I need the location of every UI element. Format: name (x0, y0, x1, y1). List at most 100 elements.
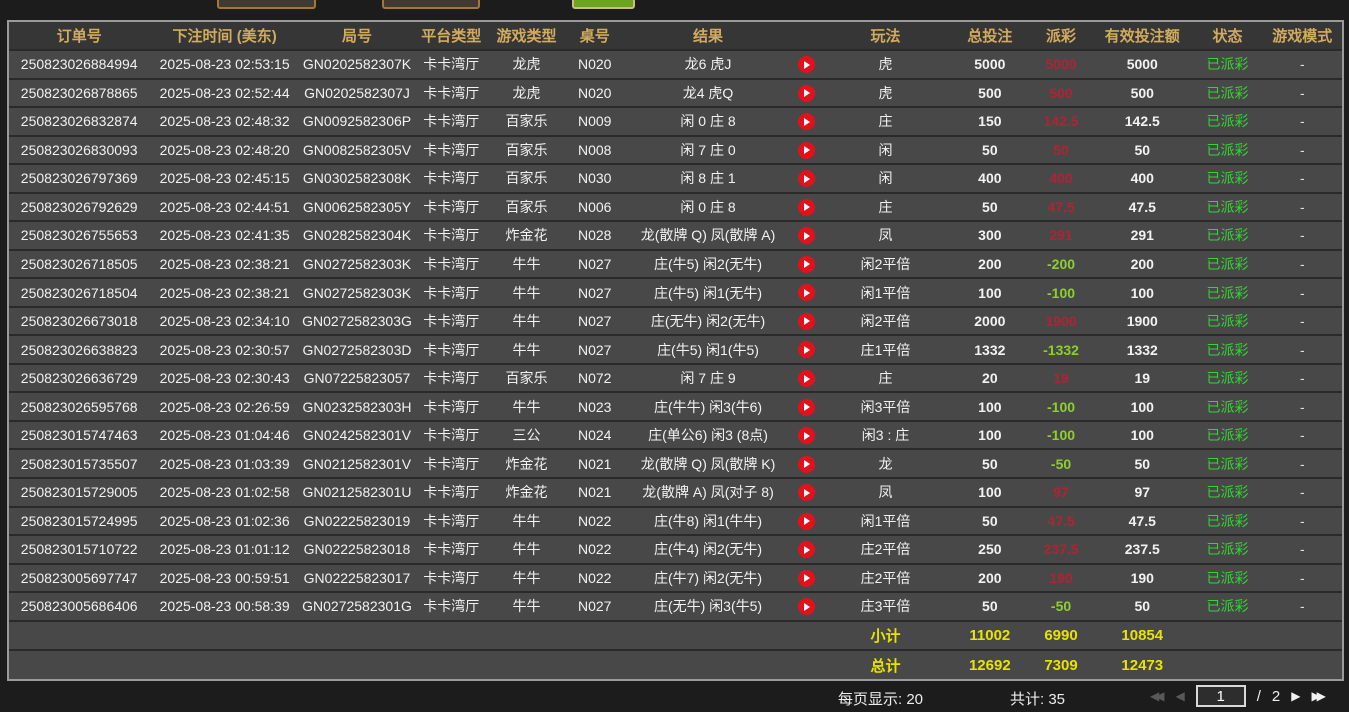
cell-payout: -100 (1030, 421, 1092, 450)
cell-platform: 卡卡湾厅 (414, 307, 488, 336)
replay-button[interactable] (798, 370, 815, 387)
cell-total_bet: 12692 (950, 650, 1030, 679)
top-tab-button-2[interactable] (382, 0, 480, 9)
cell-payout: 47.5 (1030, 507, 1092, 536)
cell-valid_bet: 200 (1092, 250, 1192, 279)
play-icon (804, 118, 810, 126)
cell-bet_type: 闲1平倍 (821, 507, 949, 536)
cell-round: GN0272582303D (300, 335, 414, 364)
replay-button[interactable] (798, 598, 815, 615)
cell-platform: 卡卡湾厅 (414, 478, 488, 507)
total-count-value: 35 (1048, 691, 1065, 708)
cell-result: 庄(牛5) 闲1(牛5) (625, 335, 791, 364)
cell-valid_bet: 50 (1092, 592, 1192, 621)
replay-button[interactable] (798, 399, 815, 416)
play-icon (804, 460, 810, 468)
cell-table_no: N030 (565, 164, 625, 193)
cell-platform: 卡卡湾厅 (414, 164, 488, 193)
cell-result: 庄(牛5) 闲1(无牛) (625, 278, 791, 307)
cell-bet_type: 庄3平倍 (821, 592, 949, 621)
top-tab-button-1[interactable] (217, 0, 316, 9)
cell-table_no: N021 (565, 449, 625, 478)
cell-platform: 卡卡湾厅 (414, 392, 488, 421)
cell-time: 2025-08-23 02:30:43 (149, 364, 299, 393)
last-page-icon[interactable]: ▶▶ (1311, 690, 1321, 702)
table-row: 2508230157474632025-08-23 01:04:46GN0242… (9, 421, 1342, 450)
cell-status: 已派彩 (1192, 421, 1262, 450)
cell-round: GN02225823017 (300, 564, 414, 593)
cell-total_bet: 100 (950, 278, 1030, 307)
cell-mode: - (1263, 193, 1342, 222)
replay-button[interactable] (798, 284, 815, 301)
cell-mode: - (1263, 250, 1342, 279)
replay-button[interactable] (798, 227, 815, 244)
cell-table_no: N022 (565, 507, 625, 536)
replay-button[interactable] (798, 142, 815, 159)
cell-mode: - (1263, 564, 1342, 593)
replay-button[interactable] (798, 456, 815, 473)
cell-play (791, 221, 821, 250)
cell-status: 已派彩 (1192, 535, 1262, 564)
cell-payout: 47.5 (1030, 193, 1092, 222)
replay-button[interactable] (798, 341, 815, 358)
cell-play (791, 107, 821, 136)
cell-round: GN0202582307K (300, 50, 414, 79)
cell-order: 250823026636729 (9, 364, 149, 393)
replay-button[interactable] (798, 256, 815, 273)
replay-button[interactable] (798, 513, 815, 530)
cell-valid_bet: 100 (1092, 278, 1192, 307)
cell-platform: 卡卡湾厅 (414, 193, 488, 222)
cell-round: GN0302582308K (300, 164, 414, 193)
replay-button[interactable] (798, 484, 815, 501)
cell-order (9, 650, 149, 679)
cell-round: GN0062582305Y (300, 193, 414, 222)
cell-total_bet: 400 (950, 164, 1030, 193)
cell-time: 2025-08-23 02:38:21 (149, 250, 299, 279)
cell-platform: 卡卡湾厅 (414, 107, 488, 136)
cell-order: 250823005697747 (9, 564, 149, 593)
next-page-icon[interactable]: ▶ (1291, 690, 1300, 702)
cell-mode: - (1263, 79, 1342, 108)
table-row: 2508230157290052025-08-23 01:02:58GN0212… (9, 478, 1342, 507)
replay-button[interactable] (798, 56, 815, 73)
cell-total_bet: 150 (950, 107, 1030, 136)
cell-play (791, 449, 821, 478)
cell-total_bet: 250 (950, 535, 1030, 564)
cell-time: 2025-08-23 02:45:15 (149, 164, 299, 193)
cell-table_no: N022 (565, 564, 625, 593)
cell-time: 2025-08-23 01:04:46 (149, 421, 299, 450)
cell-time: 2025-08-23 02:34:10 (149, 307, 299, 336)
cell-platform: 卡卡湾厅 (414, 507, 488, 536)
table-row: 2508230157355072025-08-23 01:03:39GN0212… (9, 449, 1342, 478)
replay-button[interactable] (798, 570, 815, 587)
replay-button[interactable] (798, 427, 815, 444)
table-row: 2508230056977472025-08-23 00:59:51GN0222… (9, 564, 1342, 593)
prev-page-icon[interactable]: ◀ (1175, 690, 1184, 702)
cell-total_bet: 100 (950, 421, 1030, 450)
column-header-table_no: 桌号 (565, 22, 625, 50)
cell-game: 牛牛 (488, 307, 564, 336)
replay-button[interactable] (798, 541, 815, 558)
cell-play (791, 507, 821, 536)
first-page-icon[interactable]: ◀◀ (1150, 690, 1160, 702)
page-separator: / (1257, 688, 1261, 705)
replay-button[interactable] (798, 170, 815, 187)
cell-game: 炸金花 (488, 221, 564, 250)
cell-total_bet: 50 (950, 193, 1030, 222)
cell-payout: 1900 (1030, 307, 1092, 336)
replay-button[interactable] (798, 113, 815, 130)
page-input[interactable] (1196, 685, 1246, 707)
cell-order: 250823015729005 (9, 478, 149, 507)
cell-result: 庄(无牛) 闲2(无牛) (625, 307, 791, 336)
cell-platform: 卡卡湾厅 (414, 278, 488, 307)
cell-mode: - (1263, 50, 1342, 79)
cell-result: 庄(牛8) 闲1(牛牛) (625, 507, 791, 536)
replay-button[interactable] (798, 199, 815, 216)
replay-button[interactable] (798, 313, 815, 330)
cell-payout: 5000 (1030, 50, 1092, 79)
top-tab-button-active[interactable] (572, 0, 635, 9)
cell-result: 闲 0 庄 8 (625, 193, 791, 222)
pagination-bar: 每页显示: 20 共计: 35 ◀◀ ◀ / 2 ▶ ▶▶ (0, 681, 1349, 712)
replay-button[interactable] (798, 85, 815, 102)
cell-result: 庄(牛5) 闲2(无牛) (625, 250, 791, 279)
